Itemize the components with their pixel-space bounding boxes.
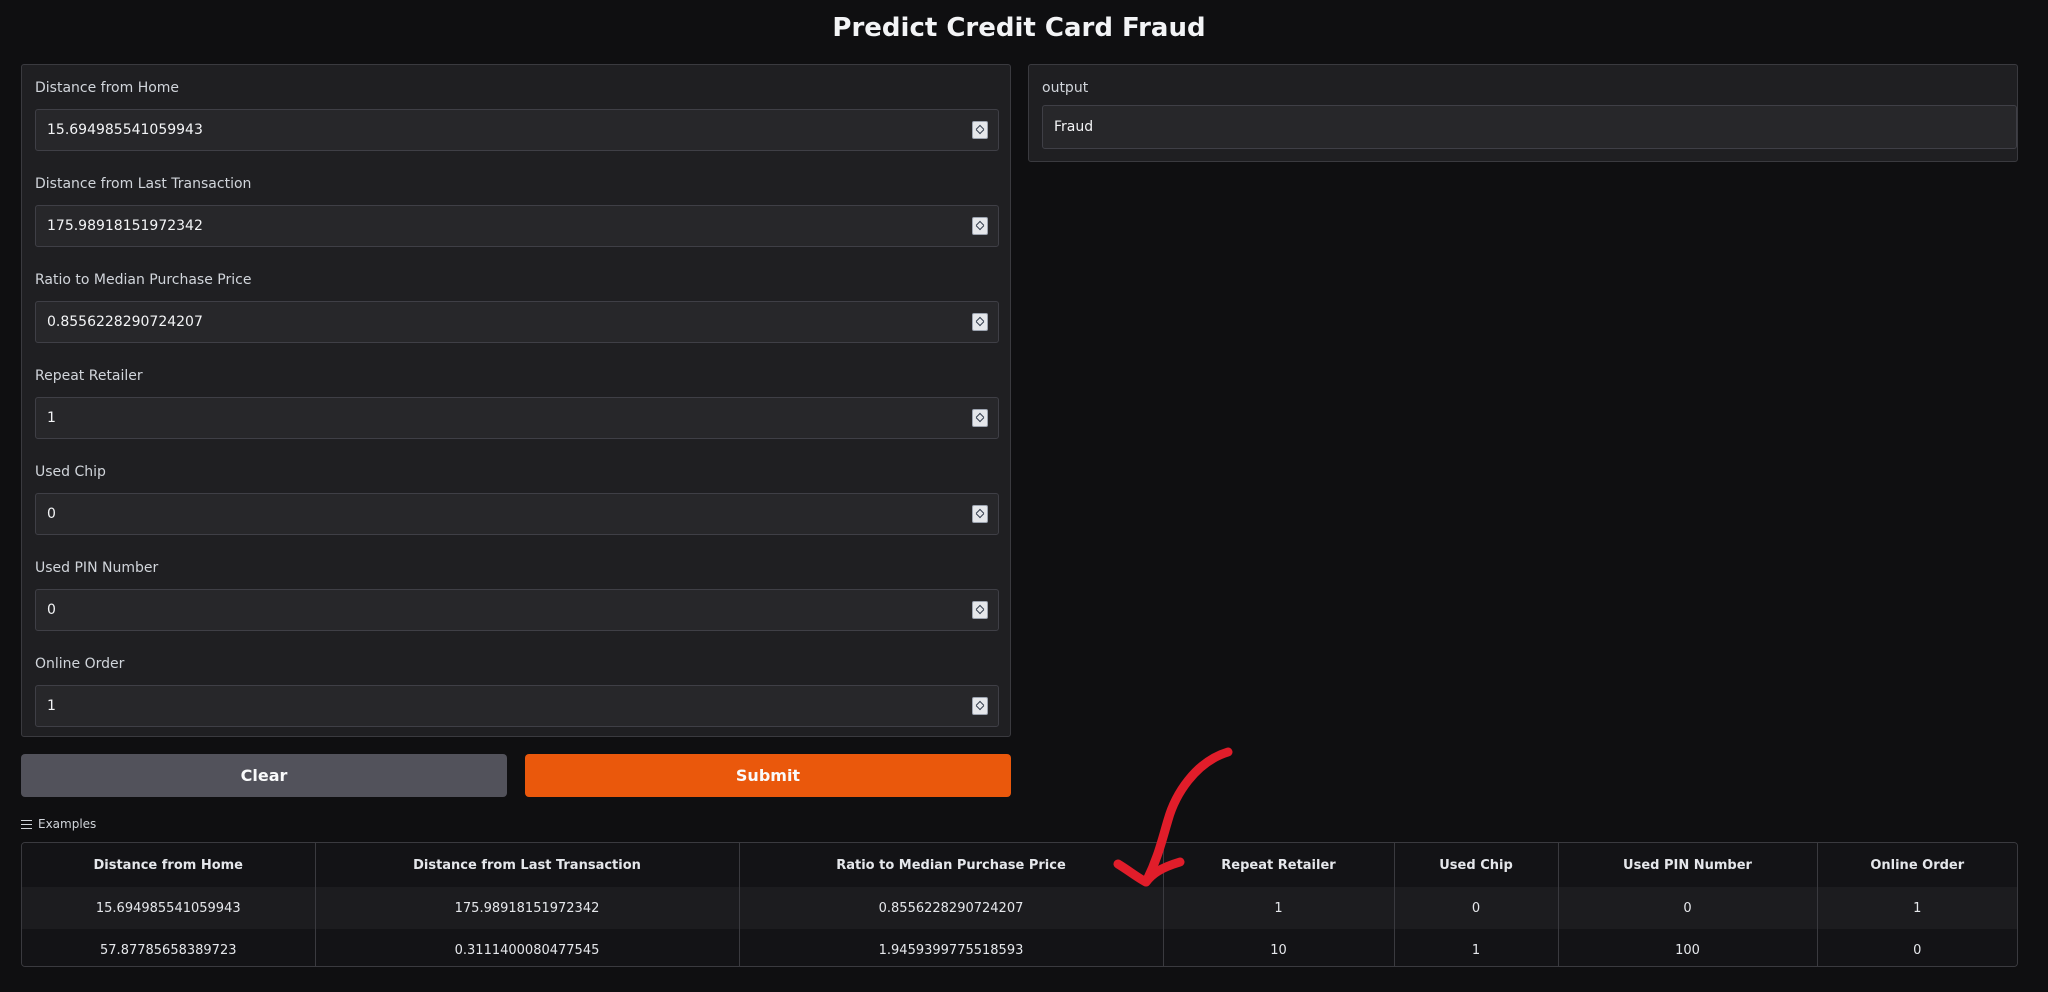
input-value: 0.8556228290724207 — [47, 314, 203, 330]
repeat-retailer-input[interactable]: 1 — [35, 397, 999, 439]
field-used-chip: Used Chip 0 — [35, 462, 999, 535]
field-label: Used Chip — [35, 464, 106, 480]
distance-from-home-input[interactable]: 15.694985541059943 — [35, 109, 999, 151]
field-label: Used PIN Number — [35, 560, 159, 576]
table-cell: 0 — [1817, 929, 2017, 966]
field-label: Distance from Last Transaction — [35, 176, 252, 192]
field-repeat-retailer: Repeat Retailer 1 — [35, 366, 999, 439]
output-label: output — [1042, 80, 1089, 96]
table-cell: 0.3111400080477545 — [315, 929, 740, 966]
table-cell: 0 — [1394, 887, 1559, 929]
ratio-to-median-purchase-price-input[interactable]: 0.8556228290724207 — [35, 301, 999, 343]
used-chip-input[interactable]: 0 — [35, 493, 999, 535]
output-textbox[interactable]: Fraud — [1042, 105, 2017, 149]
table-header-row: Distance from Home Distance from Last Tr… — [22, 843, 2017, 887]
field-online-order: Online Order 1 — [35, 654, 999, 727]
input-value: 1 — [47, 698, 56, 714]
column-header: Distance from Last Transaction — [315, 843, 740, 887]
table-cell: 175.98918151972342 — [315, 887, 740, 929]
page-title: Predict Credit Card Fraud — [832, 13, 1206, 43]
field-distance-from-last-transaction: Distance from Last Transaction 175.98918… — [35, 174, 999, 247]
number-stepper-icon[interactable] — [972, 217, 988, 235]
distance-from-last-transaction-input[interactable]: 175.98918151972342 — [35, 205, 999, 247]
field-ratio-to-median-purchase-price: Ratio to Median Purchase Price 0.8556228… — [35, 270, 999, 343]
arrow-shaft — [1141, 747, 1233, 887]
online-order-input[interactable]: 1 — [35, 685, 999, 727]
number-stepper-icon[interactable] — [972, 121, 988, 139]
examples-header: Examples — [21, 816, 96, 832]
input-value: 175.98918151972342 — [47, 218, 203, 234]
input-value: 15.694985541059943 — [47, 122, 203, 138]
number-stepper-icon[interactable] — [972, 313, 988, 331]
table-cell: 1 — [1394, 929, 1559, 966]
table-cell: 10 — [1163, 929, 1395, 966]
field-label: Online Order — [35, 656, 125, 672]
column-header: Used Chip — [1394, 843, 1559, 887]
app-page: Predict Credit Card Fraud Distance from … — [0, 0, 2048, 992]
number-stepper-icon[interactable] — [972, 409, 988, 427]
output-panel: output Fraud — [1028, 64, 2018, 162]
table-cell: 100 — [1558, 929, 1818, 966]
field-distance-from-home: Distance from Home 15.694985541059943 — [35, 78, 999, 151]
example-row[interactable]: 57.87785658389723 0.3111400080477545 1.9… — [22, 929, 2017, 966]
input-value: 0 — [47, 506, 56, 522]
table-cell: 57.87785658389723 — [22, 929, 316, 966]
table-cell: 15.694985541059943 — [22, 887, 316, 929]
input-value: 0 — [47, 602, 56, 618]
red-arrow-annotation — [1113, 747, 1233, 887]
input-value: 1 — [47, 410, 56, 426]
column-header: Distance from Home — [22, 843, 316, 887]
table-cell: 1.9459399775518593 — [739, 929, 1164, 966]
number-stepper-icon[interactable] — [972, 697, 988, 715]
examples-table: Distance from Home Distance from Last Tr… — [21, 842, 2018, 967]
field-label: Distance from Home — [35, 80, 180, 96]
used-pin-number-input[interactable]: 0 — [35, 589, 999, 631]
field-used-pin-number: Used PIN Number 0 — [35, 558, 999, 631]
table-cell: 1 — [1817, 887, 2017, 929]
example-row[interactable]: 15.694985541059943 175.98918151972342 0.… — [22, 887, 2017, 929]
clear-button[interactable]: Clear — [21, 754, 507, 797]
submit-button[interactable]: Submit — [525, 754, 1011, 797]
list-icon — [21, 819, 32, 829]
number-stepper-icon[interactable] — [972, 601, 988, 619]
table-cell: 0 — [1558, 887, 1818, 929]
column-header: Online Order — [1817, 843, 2017, 887]
field-label: Ratio to Median Purchase Price — [35, 272, 252, 288]
examples-label: Examples — [38, 817, 97, 831]
number-stepper-icon[interactable] — [972, 505, 988, 523]
column-header: Used PIN Number — [1558, 843, 1818, 887]
input-panel: Distance from Home 15.694985541059943 Di… — [21, 64, 1011, 737]
field-label: Repeat Retailer — [35, 368, 143, 384]
